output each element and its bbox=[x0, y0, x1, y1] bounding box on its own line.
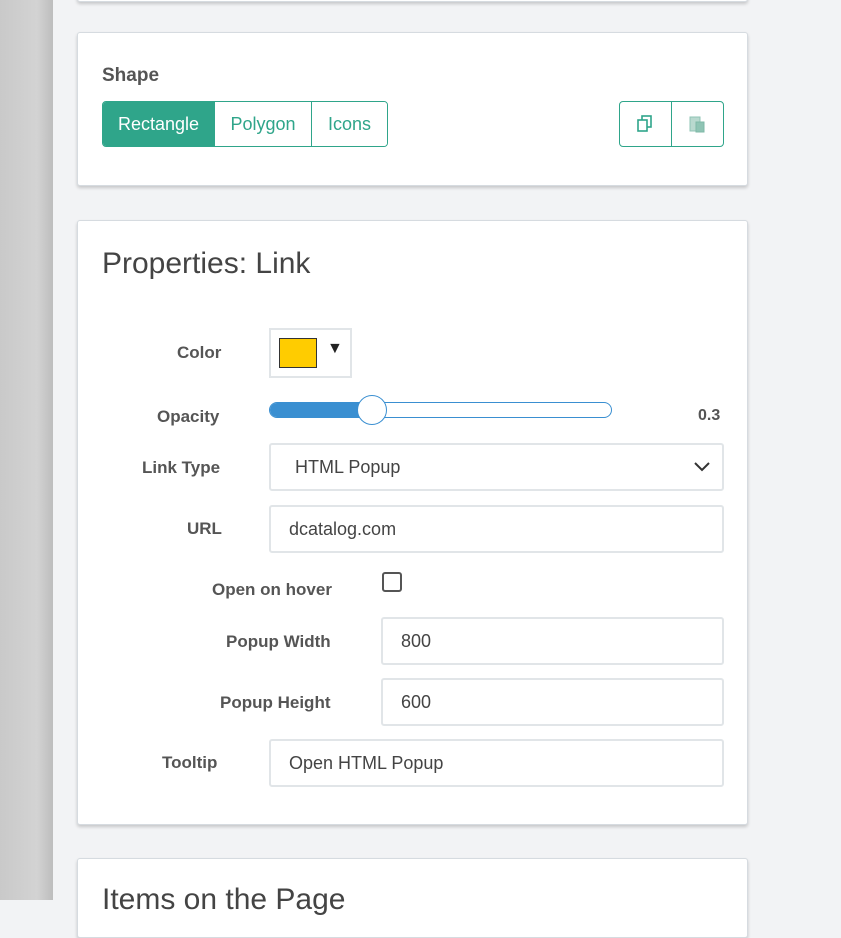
properties-title: Properties: Link bbox=[102, 247, 311, 280]
copy-icon bbox=[637, 115, 653, 132]
previous-panel bbox=[77, 0, 748, 2]
popup-width-label: Popup Width bbox=[226, 632, 331, 651]
chevron-down-icon bbox=[694, 462, 710, 472]
chevron-down-icon: ▼ bbox=[327, 340, 343, 357]
color-picker[interactable]: ▼ bbox=[269, 328, 352, 378]
items-panel: Items on the Page bbox=[77, 858, 748, 938]
left-rail bbox=[0, 0, 53, 900]
paste-button[interactable] bbox=[672, 102, 724, 146]
link-type-value: HTML Popup bbox=[295, 456, 401, 477]
color-swatch bbox=[279, 338, 317, 368]
tooltip-label: Tooltip bbox=[162, 753, 218, 772]
opacity-slider-handle[interactable] bbox=[356, 395, 387, 425]
opacity-slider-track[interactable] bbox=[269, 402, 612, 418]
popup-height-field[interactable]: 600 bbox=[381, 678, 724, 726]
icons-button[interactable]: Icons bbox=[312, 102, 387, 146]
polygon-button[interactable]: Polygon bbox=[215, 102, 312, 146]
tooltip-field[interactable]: Open HTML Popup bbox=[269, 739, 724, 787]
shape-type-group: Rectangle Polygon Icons bbox=[102, 101, 388, 147]
rectangle-button[interactable]: Rectangle bbox=[103, 102, 215, 146]
popup-width-value: 800 bbox=[401, 630, 432, 651]
color-label: Color bbox=[177, 343, 222, 362]
open-on-hover-checkbox[interactable] bbox=[382, 572, 402, 592]
opacity-label: Opacity bbox=[157, 407, 220, 426]
shape-panel-title: Shape bbox=[102, 65, 160, 86]
properties-panel: Properties: Link Color ▼ Opacity 0.3 Lin… bbox=[77, 220, 748, 825]
popup-height-value: 600 bbox=[401, 691, 432, 712]
tooltip-value: Open HTML Popup bbox=[289, 752, 444, 773]
copy-button[interactable] bbox=[620, 102, 672, 146]
open-on-hover-label: Open on hover bbox=[212, 580, 332, 599]
url-label: URL bbox=[187, 519, 222, 538]
popup-width-field[interactable]: 800 bbox=[381, 617, 724, 665]
shape-panel: Shape Rectangle Polygon Icons bbox=[77, 32, 748, 186]
copy-paste-group bbox=[619, 101, 724, 147]
url-value: dcatalog.com bbox=[289, 518, 397, 539]
paste-icon bbox=[689, 116, 705, 133]
url-field[interactable]: dcatalog.com bbox=[269, 505, 724, 553]
popup-height-label: Popup Height bbox=[220, 693, 331, 712]
link-type-label: Link Type bbox=[142, 458, 221, 477]
opacity-value: 0.3 bbox=[698, 407, 721, 424]
link-type-select[interactable]: HTML Popup bbox=[269, 443, 724, 491]
items-panel-title: Items on the Page bbox=[102, 883, 346, 916]
